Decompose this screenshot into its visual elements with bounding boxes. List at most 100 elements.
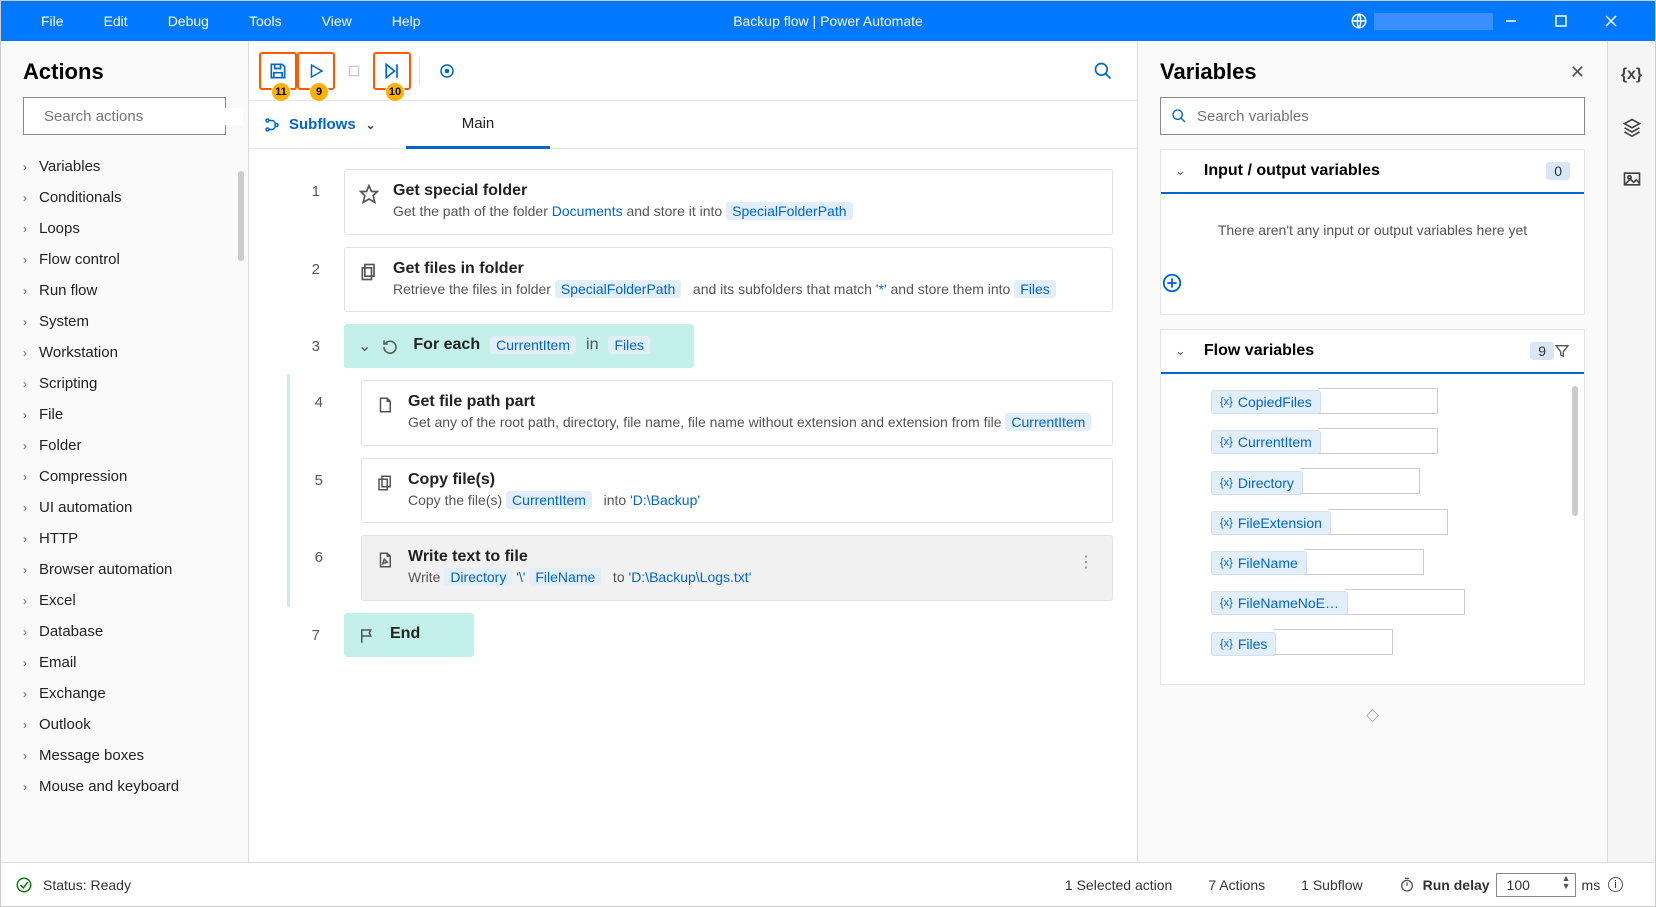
- add-io-variable-button[interactable]: [1161, 266, 1584, 314]
- variables-search-box[interactable]: [1160, 97, 1585, 135]
- variable-value-box[interactable]: [1300, 468, 1420, 494]
- step-copy-files[interactable]: Copy file(s) Copy the file(s) CurrentIte…: [361, 458, 1113, 524]
- flow-variable-row[interactable]: {x}FileNameNoE…: [1211, 589, 1570, 615]
- variable-chip[interactable]: {x}FileExtension: [1211, 511, 1331, 535]
- menu-edit[interactable]: Edit: [84, 13, 148, 29]
- flow-variable-row[interactable]: {x}FileName: [1211, 549, 1570, 575]
- variable-chip[interactable]: {x}CurrentItem: [1211, 430, 1321, 454]
- flow-variable-row[interactable]: {x}Files: [1211, 629, 1570, 655]
- info-icon[interactable]: i: [1608, 877, 1623, 892]
- action-category[interactable]: ›System: [23, 306, 238, 337]
- editor-search-button[interactable]: [1079, 47, 1127, 95]
- action-category[interactable]: ›Run flow: [23, 275, 238, 306]
- action-category[interactable]: ›Exchange: [23, 678, 238, 709]
- variable-value-box[interactable]: [1318, 428, 1438, 454]
- action-category[interactable]: ›Browser automation: [23, 554, 238, 585]
- action-category[interactable]: ›HTTP: [23, 523, 238, 554]
- action-category[interactable]: ›File: [23, 399, 238, 430]
- more-menu-icon[interactable]: ⋮: [1074, 548, 1098, 576]
- tab-main[interactable]: Main: [406, 101, 551, 149]
- chevron-down-icon: ⌄: [366, 118, 376, 132]
- action-category[interactable]: ›Mouse and keyboard: [23, 771, 238, 802]
- chevron-right-icon: ›: [23, 253, 27, 267]
- variable-value-box[interactable]: [1273, 629, 1393, 655]
- action-category[interactable]: ›Message boxes: [23, 740, 238, 771]
- step-next-button[interactable]: 10: [373, 52, 411, 90]
- action-category[interactable]: ›Loops: [23, 213, 238, 244]
- step-get-files-in-folder[interactable]: Get files in folder Retrieve the files i…: [344, 247, 1113, 313]
- step-end[interactable]: End: [344, 613, 474, 657]
- filter-icon[interactable]: [1554, 343, 1570, 359]
- action-category[interactable]: ›Flow control: [23, 244, 238, 275]
- action-category[interactable]: ›UI automation: [23, 492, 238, 523]
- action-category[interactable]: ›Conditionals: [23, 182, 238, 213]
- rail-variables-icon[interactable]: {x}: [1616, 59, 1648, 91]
- step-write-text-to-file[interactable]: Write text to file Write Directory '\' F…: [361, 535, 1113, 601]
- clear-variables-button[interactable]: ◇: [1138, 699, 1607, 731]
- step-for-each[interactable]: ⌄ For each CurrentItem in Files: [344, 324, 694, 368]
- line-number: 7: [249, 607, 344, 644]
- actions-search-box[interactable]: [23, 97, 226, 135]
- save-button[interactable]: 11: [259, 52, 297, 90]
- run-button[interactable]: 9: [297, 52, 335, 90]
- rail-layers-icon[interactable]: [1616, 111, 1648, 143]
- variable-value-box[interactable]: [1345, 589, 1465, 615]
- step-next-badge: 10: [385, 82, 405, 102]
- actions-scrollbar[interactable]: [238, 171, 244, 261]
- environment-badge[interactable]: ████████████: [1338, 12, 1505, 30]
- subflows-dropdown[interactable]: Subflows ⌄: [263, 116, 376, 134]
- flow-variables-header[interactable]: ⌄ Flow variables 9: [1161, 330, 1584, 374]
- menu-help[interactable]: Help: [372, 13, 441, 29]
- rail-images-icon[interactable]: [1616, 163, 1648, 195]
- variable-chip[interactable]: {x}CopiedFiles: [1211, 390, 1321, 414]
- menu-view[interactable]: View: [302, 13, 372, 29]
- flow-variable-row[interactable]: {x}CurrentItem: [1211, 428, 1570, 454]
- run-delay: Run delay 100 ▲▼ ms i: [1399, 873, 1623, 897]
- variable-chip[interactable]: {x}FileNameNoE…: [1211, 591, 1348, 615]
- variable-chip[interactable]: {x}FileName: [1211, 551, 1307, 575]
- action-category[interactable]: ›Email: [23, 647, 238, 678]
- variable-chip[interactable]: {x}Directory: [1211, 471, 1303, 495]
- variable-chip[interactable]: {x}Files: [1211, 632, 1276, 656]
- action-category[interactable]: ›Workstation: [23, 337, 238, 368]
- status-bar: Status: Ready 1 Selected action 7 Action…: [1, 862, 1655, 906]
- flow-variables-section: ⌄ Flow variables 9 {x}CopiedFiles {x}Curr…: [1160, 329, 1585, 685]
- menu-file[interactable]: File: [21, 13, 84, 29]
- action-category[interactable]: ›Scripting: [23, 368, 238, 399]
- actions-list[interactable]: ›Variables›Conditionals›Loops›Flow contr…: [1, 145, 248, 864]
- action-category[interactable]: ›Folder: [23, 430, 238, 461]
- line-number: 3: [249, 318, 344, 355]
- variable-value-box[interactable]: [1304, 549, 1424, 575]
- variable-value-box[interactable]: [1318, 388, 1438, 414]
- write-file-icon: [376, 548, 394, 570]
- flow-variables-list[interactable]: {x}CopiedFiles {x}CurrentItem {x}Directory…: [1161, 374, 1584, 684]
- menu-tools[interactable]: Tools: [229, 13, 302, 29]
- flow-variable-row[interactable]: {x}FileExtension: [1211, 509, 1570, 535]
- action-category[interactable]: ›Excel: [23, 585, 238, 616]
- io-variables-header[interactable]: ⌄ Input / output variables 0: [1161, 150, 1584, 194]
- step-get-file-path-part[interactable]: Get file path part Get any of the root p…: [361, 380, 1113, 446]
- action-category[interactable]: ›Outlook: [23, 709, 238, 740]
- line-number: 6: [290, 529, 347, 566]
- action-category[interactable]: ›Variables: [23, 151, 238, 182]
- flow-variable-row[interactable]: {x}CopiedFiles: [1211, 388, 1570, 414]
- record-button[interactable]: [428, 52, 466, 90]
- close-button[interactable]: [1605, 15, 1655, 27]
- menu-debug[interactable]: Debug: [148, 13, 229, 29]
- flow-variable-row[interactable]: {x}Directory: [1211, 468, 1570, 494]
- action-category[interactable]: ›Database: [23, 616, 238, 647]
- action-category[interactable]: ›Compression: [23, 461, 238, 492]
- variable-value-box[interactable]: [1328, 509, 1448, 535]
- flow-canvas[interactable]: 1 Get special folder Get the path of the…: [249, 149, 1137, 864]
- collapse-icon[interactable]: ⌄: [358, 336, 371, 356]
- chevron-right-icon: ›: [23, 656, 27, 670]
- actions-search-input[interactable]: [44, 108, 243, 125]
- flow-vars-scrollbar[interactable]: [1572, 386, 1578, 516]
- close-panel-button[interactable]: ✕: [1570, 62, 1585, 83]
- step-get-special-folder[interactable]: Get special folder Get the path of the f…: [344, 169, 1113, 235]
- run-delay-input[interactable]: 100 ▲▼: [1496, 873, 1576, 897]
- minimize-button[interactable]: [1505, 15, 1555, 27]
- chevron-right-icon: ›: [23, 687, 27, 701]
- variables-search-input[interactable]: [1197, 108, 1574, 125]
- maximize-button[interactable]: [1555, 15, 1605, 27]
